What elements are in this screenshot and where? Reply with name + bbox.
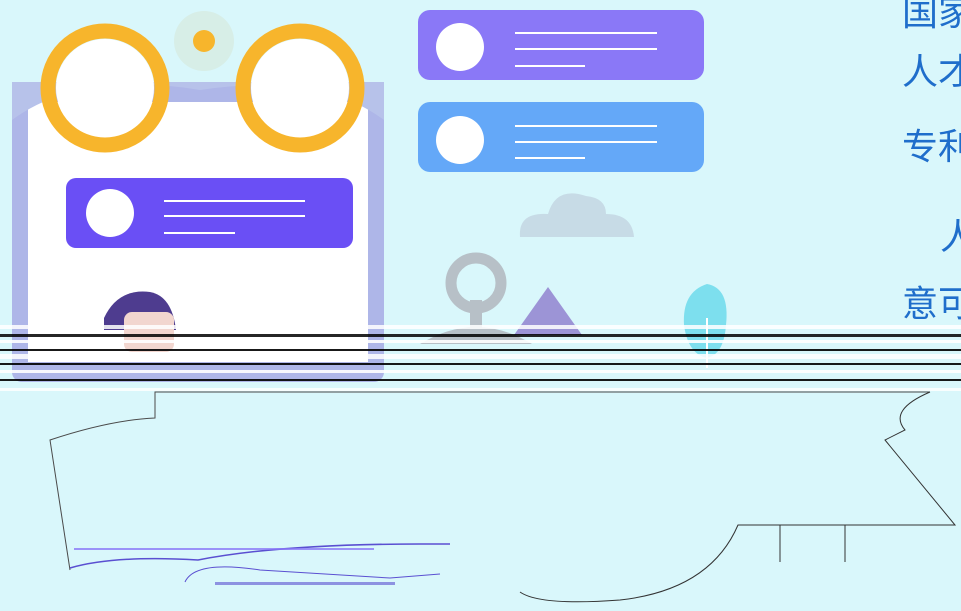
side-text-line-3: 专利: [902, 127, 961, 168]
side-text-line-1: 国家: [902, 0, 961, 34]
hero-illustration: [0, 0, 961, 607]
side-text-line-4: 人: [940, 217, 961, 258]
list-card-top: [418, 10, 704, 80]
side-text-column: 国家 人才 专利 人 意可: [902, 0, 961, 607]
illustration-canvas: [0, 0, 961, 607]
inner-list-card: [66, 178, 353, 248]
side-text-line-5: 意可: [902, 284, 961, 325]
list-card-middle: [418, 102, 704, 172]
side-text-line-2: 人才: [902, 52, 961, 93]
